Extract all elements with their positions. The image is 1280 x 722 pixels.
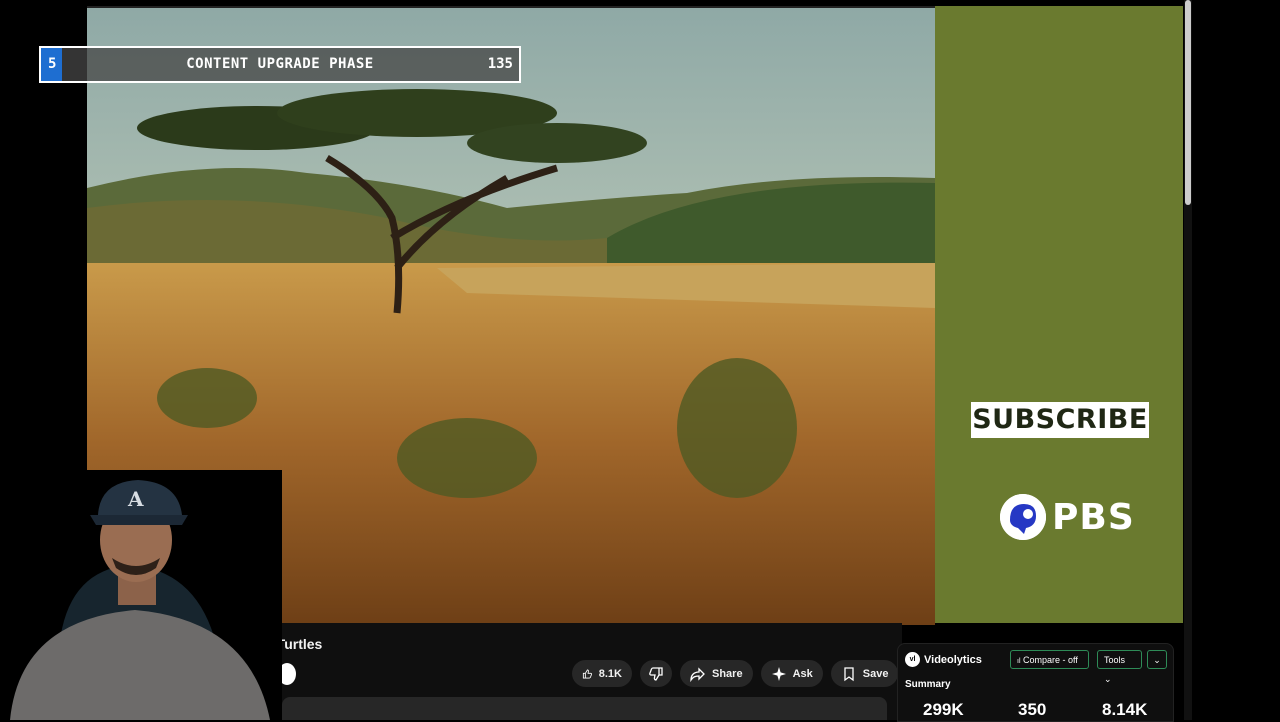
overlay-phase-label: CONTENT UPGRADE PHASE: [186, 56, 374, 72]
videolytics-logo-icon: vl: [905, 652, 920, 667]
like-button[interactable]: 8.1K: [572, 660, 632, 687]
chevron-down-icon: ⌄: [1153, 655, 1161, 665]
thumbs-up-icon: [582, 669, 592, 678]
videolytics-title: Videolytics: [924, 653, 982, 666]
pbs-head-icon: [1000, 494, 1046, 540]
streamer-image: A: [0, 470, 282, 720]
save-label: Save: [862, 667, 889, 680]
page-scrollbar[interactable]: [1184, 0, 1192, 720]
sparkle-icon: [771, 666, 786, 681]
share-label: Share: [712, 667, 743, 680]
tools-label: Tools: [1104, 655, 1126, 665]
pbs-logo[interactable]: PBS: [1000, 494, 1135, 540]
ask-label: Ask: [792, 667, 813, 680]
subscribe-button[interactable]: SUBSCRIBE: [971, 402, 1149, 438]
share-button[interactable]: Share: [680, 660, 753, 687]
webcam-overlay: A: [0, 470, 282, 720]
thumbs-down-icon: [649, 666, 663, 681]
stat-comments: 350: [1018, 700, 1047, 719]
overlay-right-number: 135: [487, 56, 513, 72]
stat-likes: 8.14K: [1102, 700, 1148, 719]
videolytics-panel: vl Videolytics ıl Compare - off Tools ⌄ …: [897, 643, 1174, 722]
share-icon: [690, 666, 705, 682]
compare-toggle[interactable]: ıl Compare - off: [1010, 650, 1089, 669]
compare-label: Compare - off: [1023, 655, 1078, 665]
bar-chart-icon: ıl: [1017, 658, 1021, 665]
stat-views: 299K: [923, 700, 964, 719]
stream-overlay-bar: 5 CONTENT UPGRADE PHASE 135: [39, 46, 521, 83]
pbs-wordmark: PBS: [1052, 496, 1135, 538]
chevron-down-icon: ⌄: [1104, 674, 1112, 684]
summary-label: Summary: [905, 679, 951, 690]
like-count: 8.1K: [598, 667, 622, 680]
scrollbar-thumb[interactable]: [1185, 0, 1191, 205]
videolytics-brand: vl Videolytics: [905, 652, 982, 667]
dislike-button[interactable]: [640, 660, 672, 687]
tools-dropdown[interactable]: Tools ⌄: [1097, 650, 1142, 684]
svg-text:A: A: [127, 487, 144, 511]
bookmark-icon: [844, 666, 854, 681]
end-screen-panel: SUBSCRIBE PBS: [935, 6, 1183, 623]
ask-button[interactable]: Ask: [760, 660, 823, 687]
action-bar: 8.1K Share Ask Save: [572, 660, 934, 687]
collapse-button[interactable]: ⌄: [1147, 650, 1167, 669]
save-button[interactable]: Save: [830, 660, 899, 687]
description-box[interactable]: [282, 697, 887, 720]
